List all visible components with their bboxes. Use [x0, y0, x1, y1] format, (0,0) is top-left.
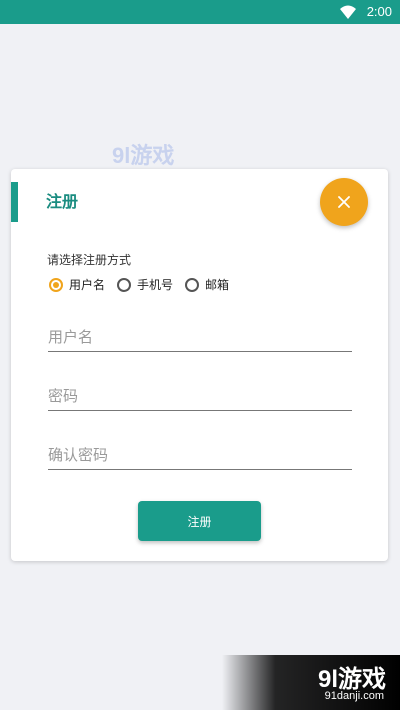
radio-option-username[interactable]: 用户名	[49, 276, 105, 293]
dialog-title: 注册	[46, 192, 79, 211]
watermark-logo-bottom: 9l游戏 91danji.com	[222, 655, 400, 710]
password-field	[48, 382, 352, 411]
watermark-number: 9l	[112, 143, 131, 168]
status-bar: 2:00	[0, 0, 400, 24]
watermark-text: 游戏	[130, 143, 175, 168]
radio-label: 邮箱	[205, 278, 230, 292]
status-time: 2:00	[366, 4, 392, 19]
radio-label: 手机号	[137, 278, 174, 292]
radio-option-phone[interactable]: 手机号	[117, 276, 173, 293]
confirm-password-input[interactable]	[48, 441, 352, 469]
register-method-prompt: 请选择注册方式	[47, 253, 132, 267]
register-method-group: 用户名 手机号 邮箱	[49, 276, 241, 293]
password-input[interactable]	[48, 382, 352, 410]
radio-button[interactable]	[117, 277, 132, 292]
title-accent-bar	[11, 182, 18, 222]
radio-option-email[interactable]: 邮箱	[185, 276, 229, 293]
watermark-url: 91danji.com	[324, 690, 384, 702]
register-button-label: 注册	[187, 514, 212, 529]
watermark-text: 游戏	[338, 666, 386, 693]
watermark-number: 9l	[317, 666, 338, 693]
username-field	[48, 323, 352, 352]
username-input[interactable]	[48, 323, 352, 351]
register-dialog: 注册 请选择注册方式 用户名 手机号 邮箱 注册	[11, 169, 388, 561]
close-icon	[338, 196, 350, 208]
register-button[interactable]: 注册	[138, 501, 261, 541]
radio-button[interactable]	[185, 277, 200, 292]
wifi-icon	[340, 5, 356, 19]
radio-label: 用户名	[69, 278, 106, 292]
radio-button[interactable]	[49, 277, 63, 292]
close-button[interactable]	[320, 178, 368, 226]
confirm-password-field	[48, 441, 352, 470]
